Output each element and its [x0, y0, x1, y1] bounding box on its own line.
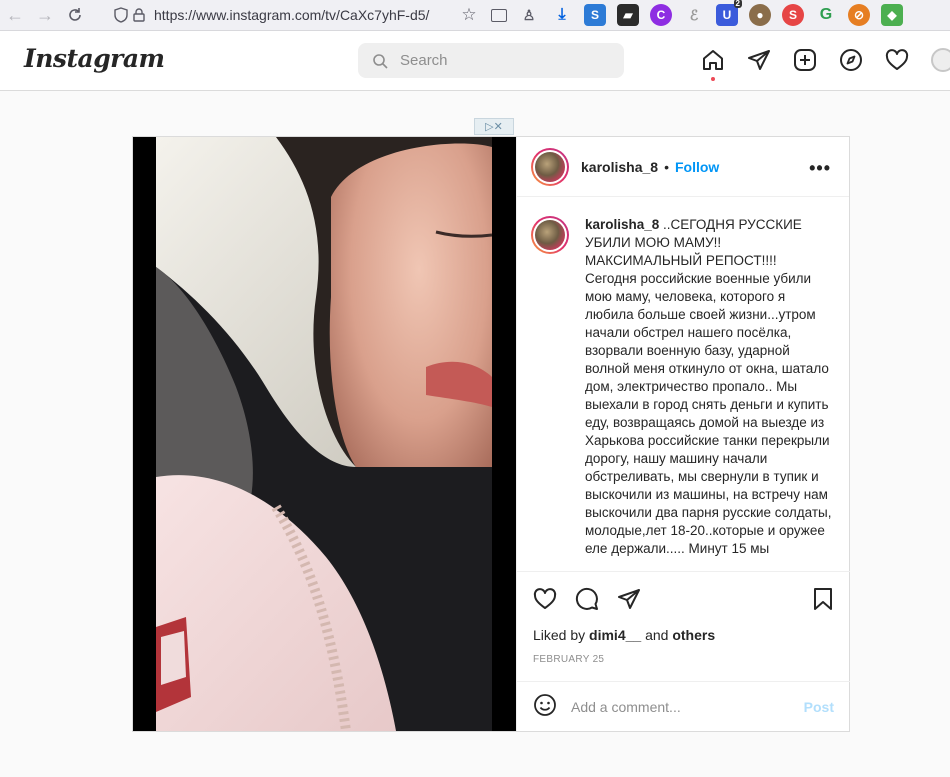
c-extension-icon[interactable]: C	[650, 4, 672, 26]
post-actions: Liked by dimi4__ and others FEBRUARY 25 …	[517, 571, 850, 731]
caption-body: ..СЕГОДНЯ РУССКИЕ УБИЛИ МОЮ МАМУ!! МАКСИ…	[585, 217, 832, 556]
video-frame-image	[156, 137, 492, 731]
profile-avatar[interactable]	[930, 47, 950, 73]
reader-view-icon[interactable]	[491, 8, 507, 22]
liked-by-user[interactable]: dimi4__	[589, 627, 641, 643]
like-heart-icon[interactable]	[532, 586, 558, 612]
separator-dot: •	[664, 158, 669, 175]
post-dialog: karolisha_8 • Follow ••• karolisha_8 ..С…	[132, 136, 850, 732]
back-icon[interactable]: ←	[0, 0, 30, 31]
cube-extension-icon[interactable]: ◆	[881, 4, 903, 26]
extension-badge: 2	[733, 0, 742, 8]
emoji-icon[interactable]	[533, 693, 557, 722]
instagram-logo[interactable]: Instagram	[24, 44, 165, 73]
save-bookmark-icon[interactable]	[810, 586, 836, 612]
no-entry-extension-icon[interactable]: ⊘	[848, 4, 870, 26]
green-c-extension-icon[interactable]: G	[815, 4, 837, 26]
extensions-bar: ☆ ♙ ⤓ S ▰ C ℰ U2 ● S G ⊘ ◆	[458, 0, 903, 26]
share-icon[interactable]	[616, 586, 642, 612]
caption-author-avatar[interactable]	[531, 216, 569, 254]
search-icon	[373, 53, 388, 69]
post-video[interactable]	[133, 137, 516, 731]
search-input[interactable]	[400, 52, 600, 69]
post-sidebar: karolisha_8 • Follow ••• karolisha_8 ..С…	[516, 137, 850, 731]
instagram-header: Instagram	[0, 31, 950, 91]
explore-icon[interactable]	[838, 47, 863, 73]
url-bar[interactable]: https://www.instagram.com/tv/CaXc7yhF-d5…	[112, 3, 480, 27]
lock-icon[interactable]	[130, 6, 148, 24]
post-date[interactable]: FEBRUARY 25	[533, 654, 604, 665]
reload-icon[interactable]	[60, 0, 90, 31]
dog-extension-icon[interactable]: ●	[749, 4, 771, 26]
direct-messages-icon[interactable]	[746, 47, 771, 73]
post-comment-button[interactable]: Post	[804, 699, 834, 715]
liked-by-others[interactable]: others	[672, 627, 715, 643]
ad-choices-badge[interactable]: ▷✕	[474, 118, 514, 135]
swirl-extension-icon[interactable]: ℰ	[683, 4, 705, 26]
incognito-extension-icon[interactable]: ▰	[617, 4, 639, 26]
caption-section: karolisha_8 ..СЕГОДНЯ РУССКИЕ УБИЛИ МОЮ …	[517, 198, 850, 570]
notification-dot	[711, 77, 715, 81]
follow-button[interactable]: Follow	[675, 159, 719, 175]
author-avatar[interactable]	[531, 147, 569, 186]
more-options-icon[interactable]: •••	[809, 158, 831, 179]
avatar	[930, 48, 950, 72]
forward-icon[interactable]: →	[30, 0, 60, 31]
search-box[interactable]	[358, 43, 624, 78]
caption-username[interactable]: karolisha_8	[585, 217, 659, 232]
top-nav	[700, 47, 950, 81]
download-icon[interactable]: ⤓	[551, 4, 573, 26]
liked-by-and: and	[641, 627, 673, 643]
comment-form: Post	[517, 681, 850, 732]
caption-text: karolisha_8 ..СЕГОДНЯ РУССКИЕ УБИЛИ МОЮ …	[585, 216, 836, 570]
author-username[interactable]: karolisha_8	[581, 159, 658, 175]
liked-by-text: Liked by dimi4__ and others	[533, 627, 715, 643]
badge-extension-icon[interactable]: U2	[716, 0, 742, 26]
activity-heart-icon[interactable]	[884, 47, 909, 73]
home-icon[interactable]	[700, 47, 725, 81]
account-icon[interactable]: ♙	[518, 4, 540, 26]
browser-toolbar: ← → https://www.instagram.com/tv/CaXc7yh…	[0, 0, 950, 31]
red-s-extension-icon[interactable]: S	[782, 4, 804, 26]
new-post-icon[interactable]	[792, 47, 817, 73]
s-extension-icon[interactable]: S	[584, 4, 606, 26]
liked-by-prefix: Liked by	[533, 627, 590, 643]
action-icons	[532, 586, 642, 612]
comment-input[interactable]	[571, 699, 781, 715]
url-text: https://www.instagram.com/tv/CaXc7yhF-d5…	[154, 7, 430, 23]
post-header: karolisha_8 • Follow •••	[517, 137, 849, 197]
comment-icon[interactable]	[574, 586, 600, 612]
shield-icon[interactable]	[112, 6, 130, 24]
star-icon[interactable]: ☆	[458, 4, 480, 26]
